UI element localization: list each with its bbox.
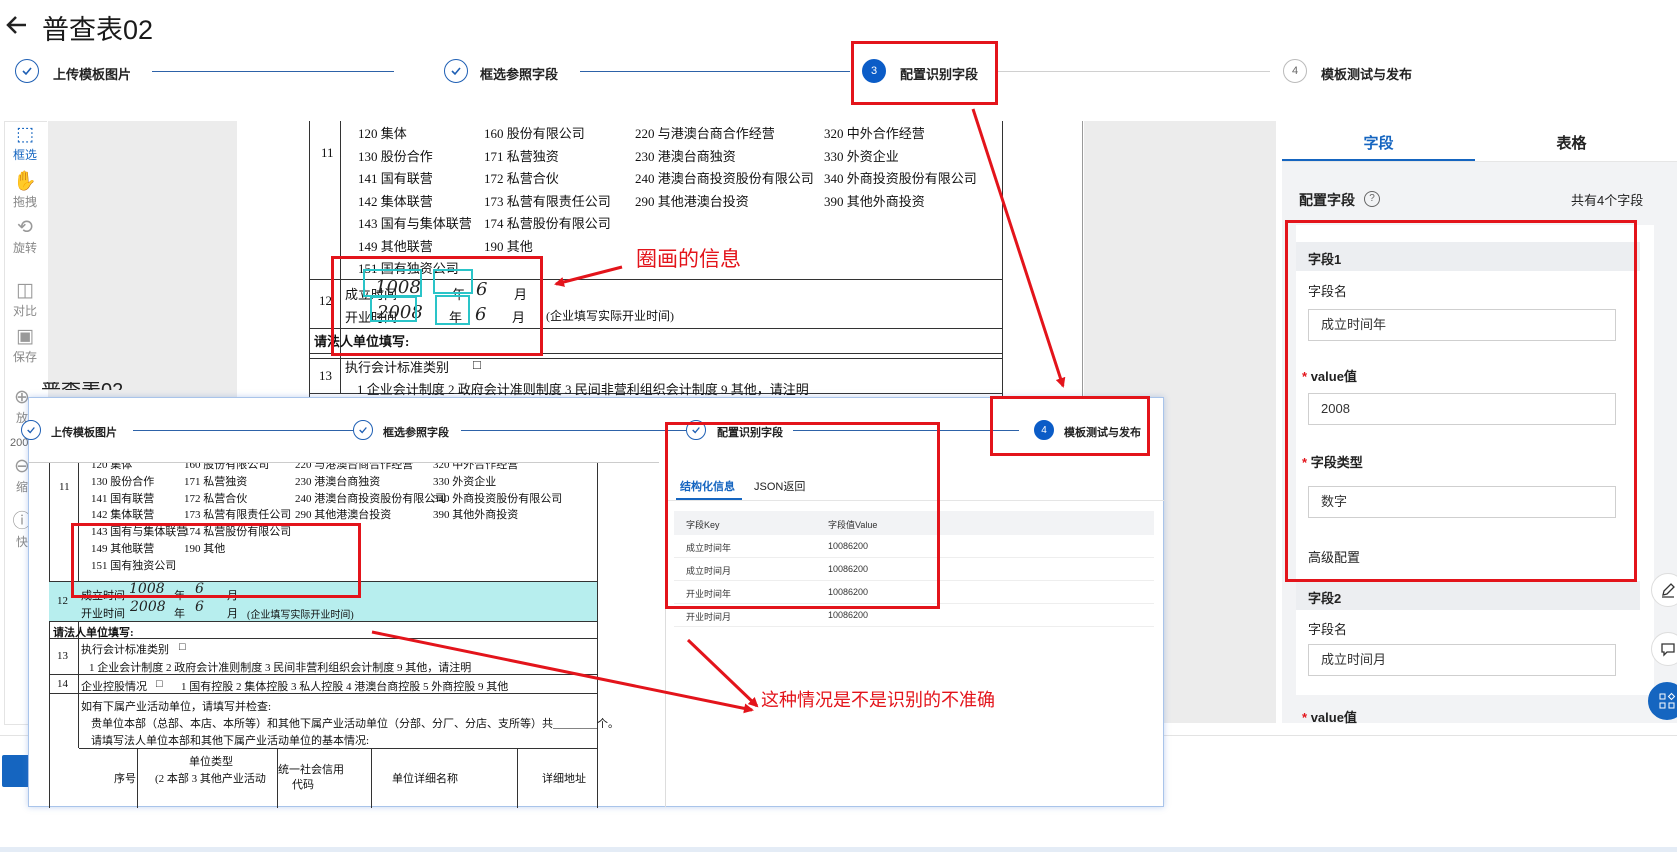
codes-col4: 320 中外合作经营 330 外资企业 340 外商投资股份有限公司 390 其他外…	[824, 126, 977, 209]
overlay-step-1-check-icon	[21, 420, 41, 440]
circled-info-note: 圈画的信息	[636, 248, 741, 271]
step-2-check-icon	[444, 59, 468, 83]
compare-icon: ◫	[16, 280, 34, 301]
overlay-step-4-annotation-box	[990, 396, 1150, 456]
field-2-name-input[interactable]: 成立时间月	[1308, 644, 1616, 676]
field-2-header: 字段2	[1308, 591, 1342, 606]
chat-icon[interactable]	[1651, 632, 1677, 666]
tool-drag[interactable]: ✋ 拖拽	[5, 171, 45, 210]
codes-col2: 160 股份有限公司 171 私营独资 172 私营合伙 173 私营有限责任公司 …	[484, 126, 611, 254]
tool-compare[interactable]: ◫ 对比	[5, 280, 45, 319]
circled-info-box	[331, 256, 543, 356]
field-1-annotation-box	[1285, 220, 1637, 582]
step-3-annotation-box	[851, 41, 998, 105]
tool-rotate[interactable]: ⟲ 旋转	[5, 217, 45, 256]
field-count: 共有4个字段	[1571, 193, 1644, 208]
config-title: 配置字段	[1299, 192, 1355, 208]
hand-icon: ✋	[13, 171, 37, 192]
inaccurate-note: 这种情况是不是识别的不准确	[761, 690, 995, 710]
rotate-icon: ⟲	[17, 217, 33, 238]
step-1-check-icon	[15, 59, 39, 83]
overlay-document: 11 120 集体 130 股份合作 141 国有联营 142 集体联营 143 国…	[29, 462, 659, 808]
overlay-result-annotation-box	[665, 422, 940, 609]
codes-col3: 220 与港澳台商合作经营 230 港澳台商独资 240 港澳台商投资股份有限公司…	[635, 126, 814, 209]
test-screenshot-overlay: 普查表02 上传模板图片 框选参照字段 配置识别字段 4 模板测试与发布 11 …	[21, 382, 1164, 808]
overlay-circled-box	[71, 523, 361, 598]
tool-select[interactable]: ⬚ 框选	[5, 124, 45, 163]
tool-save[interactable]: ▣ 保存	[5, 326, 45, 365]
edit-icon[interactable]	[1651, 573, 1677, 607]
tab-fields[interactable]: 字段	[1282, 132, 1475, 153]
page-title: 普查表02	[42, 15, 154, 45]
save-icon: ▣	[16, 326, 34, 347]
step-4-number: 4	[1283, 59, 1307, 83]
back-arrow-icon[interactable]	[4, 12, 30, 38]
step-4-label[interactable]: 模板测试与发布	[1321, 64, 1412, 83]
help-icon[interactable]: ?	[1364, 191, 1380, 207]
tab-table[interactable]: 表格	[1475, 132, 1668, 153]
step-2-label[interactable]: 框选参照字段	[480, 64, 558, 83]
select-box-icon: ⬚	[16, 124, 34, 145]
overlay-step-2-check-icon	[353, 420, 373, 440]
step-1-label[interactable]: 上传模板图片	[53, 64, 131, 83]
steps-bar: 上传模板图片 框选参照字段 3 配置识别字段 4 模板测试与发布	[0, 58, 1412, 88]
